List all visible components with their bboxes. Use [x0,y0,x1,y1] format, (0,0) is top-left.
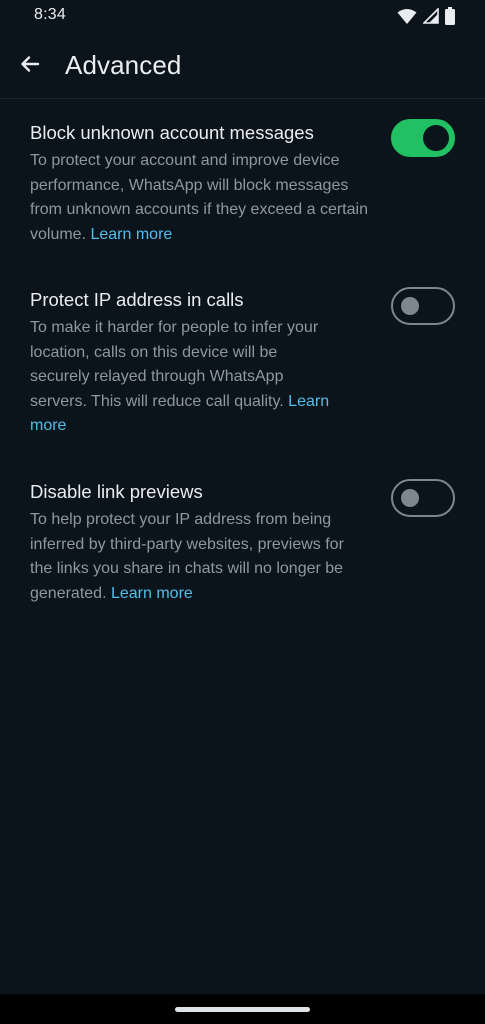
status-icons [397,7,455,30]
setting-title: Protect IP address in calls [30,289,244,310]
setting-description: To help protect your IP address from bei… [30,508,350,606]
learn-more-link[interactable]: Learn more [111,585,193,602]
toggle-knob [423,125,449,151]
setting-description: To make it harder for people to infer yo… [30,316,340,439]
setting-description-text: To make it harder for people to infer yo… [30,319,319,410]
navigation-bar [0,994,485,1024]
setting-description-text: To protect your account and improve devi… [30,152,368,243]
disable-link-previews-toggle[interactable] [391,479,455,517]
protect-ip-calls-toggle[interactable] [391,287,455,325]
back-button[interactable] [14,50,46,82]
toggle-knob [401,489,419,507]
setting-protect-ip-calls[interactable]: Protect IP address in calls To make it h… [30,288,340,439]
page-title: Advanced [65,50,182,80]
status-time: 8:34 [34,6,66,23]
setting-description: To protect your account and improve devi… [30,149,370,247]
setting-disable-link-previews[interactable]: Disable link previews To help protect yo… [30,480,350,606]
setting-title: Block unknown account messages [30,122,314,143]
status-bar: 8:34 [0,0,485,34]
arrow-left-icon [18,52,42,81]
battery-icon [445,7,455,30]
app-bar: Advanced [0,34,485,99]
cellular-signal-icon [422,7,439,29]
toggle-knob [401,297,419,315]
setting-title: Disable link previews [30,481,203,502]
wifi-icon [397,8,417,30]
block-unknown-messages-toggle[interactable] [391,119,455,157]
gesture-handle[interactable] [175,1007,310,1012]
learn-more-link[interactable]: Learn more [90,226,172,243]
setting-block-unknown-messages[interactable]: Block unknown account messages To protec… [30,121,370,247]
